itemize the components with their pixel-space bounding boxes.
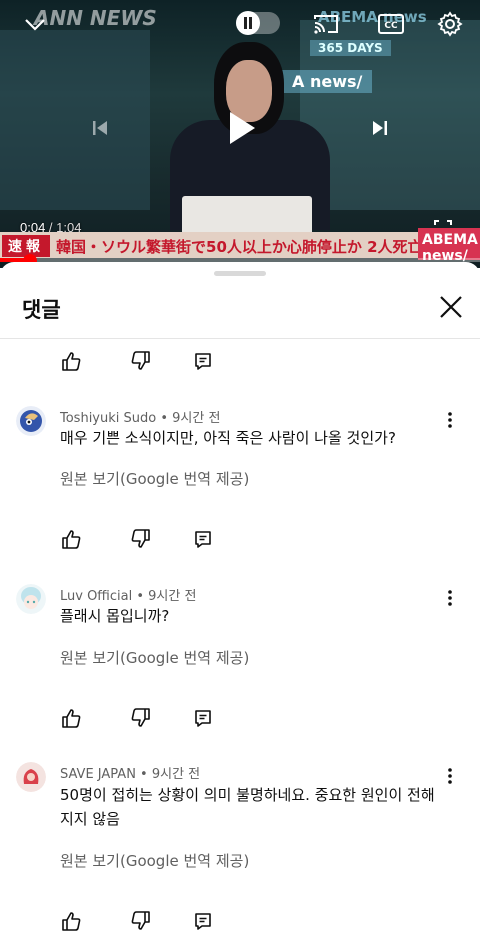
like-icon[interactable] xyxy=(60,910,82,932)
comment-text: 매우 기쁜 소식이지만, 아직 죽은 사람이 나올 것인가? xyxy=(60,429,396,447)
like-icon[interactable] xyxy=(60,350,82,372)
drag-handle[interactable] xyxy=(214,271,266,276)
podium xyxy=(182,196,312,236)
ticker-headline: 韓国・ソウル繁華街で50人以上か心肺停止か 2人死亡 xyxy=(56,238,423,256)
like-icon[interactable] xyxy=(60,707,82,729)
meta-separator: • xyxy=(132,589,149,604)
more-icon[interactable] xyxy=(442,410,458,432)
sheet-title: 댓글 xyxy=(22,298,61,322)
cast-icon[interactable] xyxy=(310,10,342,38)
reply-icon[interactable] xyxy=(192,707,214,729)
chevron-down-icon[interactable] xyxy=(20,12,50,38)
more-icon[interactable] xyxy=(442,588,458,610)
captions-icon[interactable]: CC xyxy=(376,10,406,38)
comment-meta: Luv Official • 9시간 전 xyxy=(60,585,196,604)
background-sign: 365 DAYS xyxy=(310,40,391,56)
previous-icon[interactable] xyxy=(86,114,114,142)
comment-author[interactable]: Luv Official xyxy=(60,589,132,604)
reply-icon[interactable] xyxy=(192,910,214,932)
dislike-icon[interactable] xyxy=(130,528,152,550)
comment-meta: SAVE JAPAN • 9시간 전 xyxy=(60,763,200,782)
meta-separator: • xyxy=(156,411,173,426)
see-original-link[interactable]: 원본 보기(Google 번역 제공) xyxy=(60,468,249,489)
brand-watermark: ANN NEWS xyxy=(34,6,157,30)
dislike-icon[interactable] xyxy=(130,350,152,372)
close-icon[interactable] xyxy=(434,290,468,324)
comment-text: 50명이 접히는 상황이 의미 불명하네요. 중요한 원인이 전해지지 않음 xyxy=(60,786,435,828)
comments-sheet: 댓글 Toshiyuki Sudo • 9시간 전 매우 기쁜 소식이지만, 아… xyxy=(0,262,480,944)
next-icon[interactable] xyxy=(366,114,394,142)
svg-text:CC: CC xyxy=(384,21,398,31)
dislike-icon[interactable] xyxy=(130,707,152,729)
reply-icon[interactable] xyxy=(192,350,214,372)
dislike-icon[interactable] xyxy=(130,910,152,932)
see-original-link[interactable]: 원본 보기(Google 번역 제공) xyxy=(60,647,249,668)
meta-separator: • xyxy=(135,767,152,782)
comment-time: 9시간 전 xyxy=(148,589,197,604)
comment-meta: Toshiyuki Sudo • 9시간 전 xyxy=(60,407,220,426)
reply-icon[interactable] xyxy=(192,528,214,550)
divider xyxy=(0,338,480,339)
more-icon[interactable] xyxy=(442,766,458,788)
autoplay-toggle[interactable] xyxy=(236,11,280,35)
comment-author[interactable]: Toshiyuki Sudo xyxy=(60,411,156,426)
avatar[interactable] xyxy=(16,584,46,614)
pause-icon xyxy=(236,11,260,35)
comment-time: 9시간 전 xyxy=(172,411,221,426)
video-player[interactable]: ABEMA news 365 DAYS A news/ ANN NEWS CC … xyxy=(0,0,480,268)
background-sign: A news/ xyxy=(282,70,373,93)
background-screen xyxy=(0,30,150,210)
comment-author[interactable]: SAVE JAPAN xyxy=(60,767,136,782)
like-icon[interactable] xyxy=(60,528,82,550)
channel-logo: ABEMA news/ xyxy=(418,228,480,264)
see-original-link[interactable]: 원본 보기(Google 번역 제공) xyxy=(60,850,249,871)
avatar[interactable] xyxy=(16,406,46,436)
play-icon[interactable] xyxy=(220,104,264,152)
settings-icon[interactable] xyxy=(434,8,466,40)
avatar[interactable] xyxy=(16,762,46,792)
comment-text: 플래시 몹입니까? xyxy=(60,607,170,625)
comment-time: 9시간 전 xyxy=(151,767,201,782)
